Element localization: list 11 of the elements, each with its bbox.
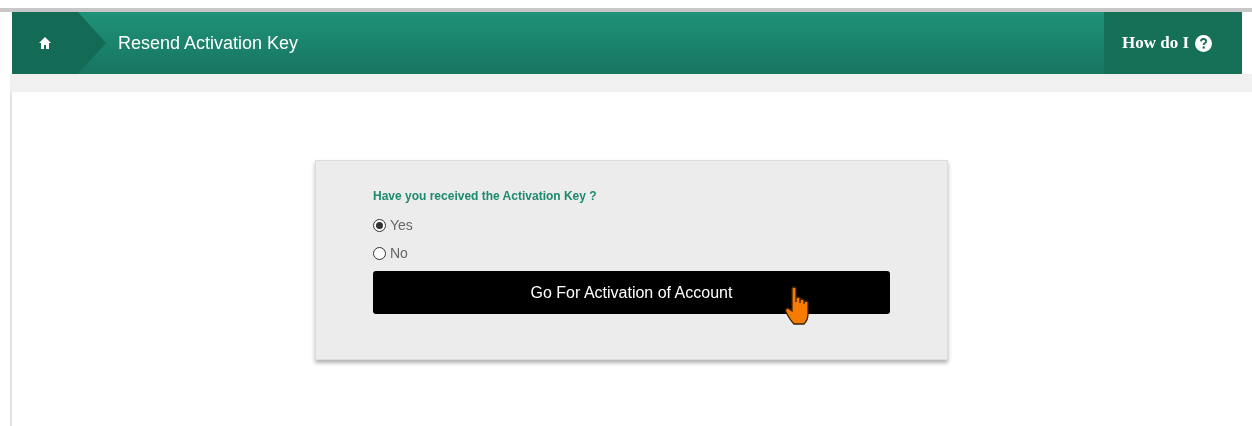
radio-button[interactable]: [373, 218, 386, 232]
page-title: Resend Activation Key: [118, 32, 300, 54]
help-button[interactable]: How do I: [1104, 12, 1242, 74]
radio-button[interactable]: [373, 246, 386, 260]
activation-button[interactable]: Go For Activation of Account: [373, 271, 890, 314]
radio-label[interactable]: Yes: [390, 217, 413, 233]
question-label: Have you received the Activation Key ?: [373, 189, 598, 203]
home-icon: [38, 36, 52, 50]
help-icon: [1195, 34, 1213, 52]
radio-label[interactable]: No: [390, 245, 408, 261]
breadcrumb-arrow-icon: [78, 12, 106, 74]
